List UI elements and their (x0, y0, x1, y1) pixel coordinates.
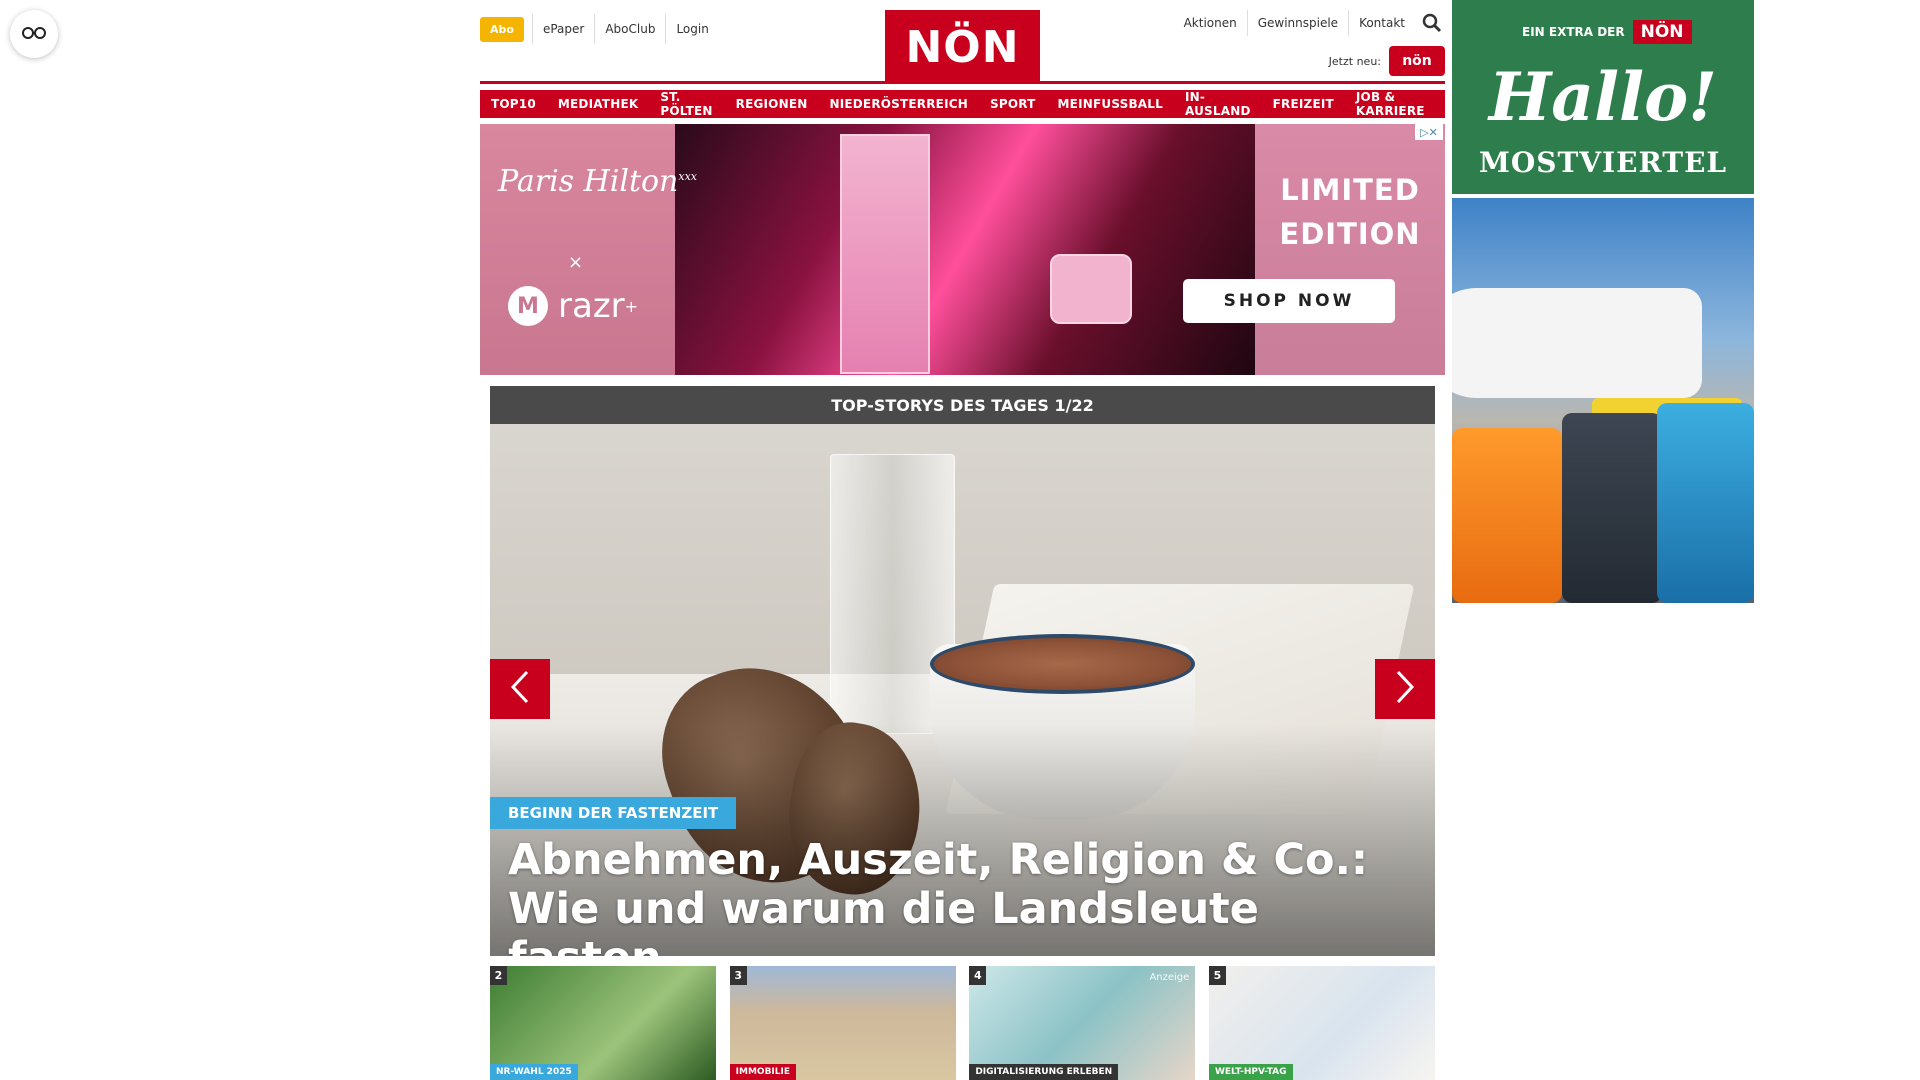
ad-product-image (675, 124, 1255, 375)
slide-category-tag[interactable]: BEGINN DER FASTENZEIT (490, 797, 737, 829)
story-thumb-3[interactable]: 3 IMMOBILIE (729, 966, 956, 1080)
sidebar-ad-mostviertel: MOSTVIERTEL (1478, 146, 1728, 179)
thumb-number: 5 (1208, 966, 1226, 985)
page-container: Abo ePaper AboClub Login NÖN Aktionen Ge… (480, 0, 1445, 375)
ad-phone-image (1050, 254, 1132, 324)
ad-brand-sup: xxx (678, 170, 698, 183)
thumb-number: 4 (969, 966, 987, 985)
ad-razr-logo: M razr + (508, 286, 638, 326)
thumb-tag: IMMOBILIE (729, 1064, 797, 1080)
aktionen-link[interactable]: Aktionen (1174, 10, 1247, 36)
slide-headline[interactable]: Abnehmen, Auszeit, Religion & Co.: Wie u… (508, 836, 1388, 957)
ad-razr-text: razr (558, 286, 625, 326)
story-thumb-5[interactable]: 5 WELT-HPV-TAG (1208, 966, 1435, 1080)
jetzt-neu-badge[interactable]: nön (1389, 46, 1445, 76)
chevron-right-icon (1395, 670, 1415, 708)
slide-main[interactable]: BEGINN DER FASTENZEIT Abnehmen, Auszeit,… (490, 424, 1435, 956)
utility-nav-left: Abo ePaper AboClub Login (480, 14, 719, 44)
ad-razr-sup: + (624, 296, 639, 316)
slider-next-button[interactable] (1375, 659, 1435, 719)
thumb-number: 3 (729, 966, 747, 985)
ad-brand-logo: Paris Hiltonxxx (498, 164, 697, 199)
nav-item-sport[interactable]: SPORT (979, 90, 1047, 118)
nav-item-st-poelten[interactable]: ST. PÖLTEN (649, 90, 725, 118)
top-stories-slider: TOP-STORYS DES TAGES 1/22 BEGINN DER FAS… (490, 386, 1435, 956)
nav-item-niederoesterreich[interactable]: NIEDERÖSTERREICH (818, 90, 979, 118)
reader-mode-button[interactable] (10, 10, 58, 58)
site-logo[interactable]: NÖN (885, 10, 1040, 84)
sidebar-ad-hallo: Hallo! (1488, 58, 1718, 136)
glasses-icon (21, 25, 47, 44)
nav-item-regionen[interactable]: REGIONEN (724, 90, 819, 118)
nav-item-freizeit[interactable]: FREIZEIT (1261, 90, 1345, 118)
sidebar-ad-suitcase-orange (1452, 428, 1562, 603)
thumb-number: 2 (490, 966, 507, 985)
epaper-link[interactable]: ePaper (531, 14, 594, 44)
sidebar-ad-extra-label: EIN EXTRA DER (1522, 25, 1625, 39)
search-icon[interactable] (1419, 10, 1445, 36)
nav-item-top10[interactable]: TOP10 (480, 90, 547, 118)
nav-item-job-karriere[interactable]: JOB & KARRIERE (1344, 90, 1445, 118)
aboclub-link[interactable]: AboClub (594, 14, 665, 44)
thumb-tag: DIGITALISIERUNG ERLEBEN (969, 1064, 1119, 1080)
ad-shop-now-button[interactable]: SHOP NOW (1183, 279, 1395, 323)
nav-item-mediathek[interactable]: MEDIATHEK (546, 90, 650, 118)
nav-item-in-ausland[interactable]: IN-AUSLAND (1174, 90, 1262, 118)
motorola-icon: M (508, 286, 548, 326)
adchoices-icon[interactable]: ▷✕ (1415, 124, 1443, 140)
thumb-tag: NR-WAHL 2025 (490, 1064, 578, 1080)
ad-limited-edition: LIMITED EDITION (1279, 173, 1421, 251)
gewinnspiele-link[interactable]: Gewinnspiele (1246, 10, 1348, 36)
sidebar-ad-header: EIN EXTRA DER NÖN Hallo! MOSTVIERTEL (1452, 0, 1754, 194)
slide-image-buckwheat (930, 634, 1195, 694)
main-nav: TOP10 MEDIATHEK ST. PÖLTEN REGIONEN NIED… (480, 90, 1445, 118)
abo-button[interactable]: Abo (480, 16, 524, 42)
sidebar-ad-plane (1452, 288, 1702, 398)
thumb-anzeige-label: Anzeige (1149, 972, 1190, 983)
sidebar-ad-image (1452, 198, 1754, 603)
jetzt-neu: Jetzt neu: nön (1329, 46, 1445, 76)
login-link[interactable]: Login (665, 14, 718, 44)
sidebar-ad-suitcase-blue (1657, 403, 1754, 603)
chevron-left-icon (510, 670, 530, 708)
thumb-tag: WELT-HPV-TAG (1208, 1064, 1293, 1080)
header: Abo ePaper AboClub Login NÖN Aktionen Ge… (480, 0, 1445, 84)
ad-left-panel (480, 124, 675, 375)
ad-banner[interactable]: Paris Hiltonxxx × M razr + LIMITED EDITIO… (480, 124, 1445, 375)
nav-item-meinfussball[interactable]: MEINFUSSBALL (1046, 90, 1174, 118)
sidebar-ad[interactable]: EIN EXTRA DER NÖN Hallo! MOSTVIERTEL (1452, 0, 1754, 603)
ad-bottle-image (840, 134, 930, 374)
story-thumb-2[interactable]: 2 NR-WAHL 2025 (490, 966, 716, 1080)
utility-nav-right: Aktionen Gewinnspiele Kontakt (1174, 10, 1445, 36)
story-thumb-4[interactable]: 4 Anzeige DIGITALISIERUNG ERLEBEN (969, 966, 1196, 1080)
slider-prev-button[interactable] (490, 659, 550, 719)
story-thumbnails: 2 NR-WAHL 2025 3 IMMOBILIE 4 Anzeige DIG… (490, 966, 1435, 1080)
sidebar-ad-noen-logo: NÖN (1632, 20, 1692, 44)
jetzt-neu-label: Jetzt neu: (1328, 54, 1381, 68)
sidebar-ad-suitcase-dark (1562, 413, 1662, 603)
kontakt-link[interactable]: Kontakt (1348, 10, 1415, 36)
sidebar-ad-extra: EIN EXTRA DER NÖN (1522, 20, 1692, 44)
ad-x: × (568, 252, 584, 273)
slider-header: TOP-STORYS DES TAGES 1/22 (490, 386, 1435, 424)
ad-brand-text: Paris Hilton (498, 164, 679, 199)
